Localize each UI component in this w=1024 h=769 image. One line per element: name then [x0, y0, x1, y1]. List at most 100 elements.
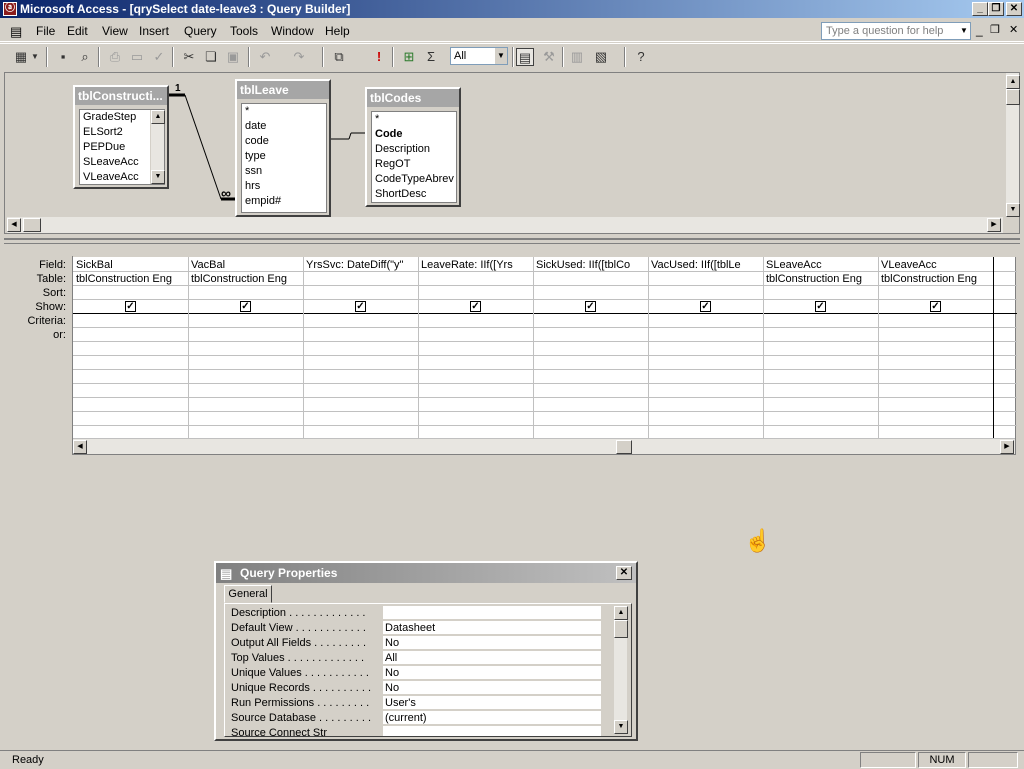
close-button[interactable]: ✕ [1006, 2, 1022, 16]
show-checkbox[interactable]: ✓ [585, 301, 596, 312]
show-checkbox[interactable]: ✓ [470, 301, 481, 312]
redo-icon[interactable]: ↷ [290, 48, 308, 66]
chevron-down-icon[interactable]: ▼ [495, 48, 507, 64]
scroll-down-icon[interactable]: ▼ [1006, 203, 1020, 217]
menu-window[interactable]: Window [271, 24, 314, 38]
scroll-down-icon[interactable]: ▼ [151, 170, 165, 184]
grid-field-cell[interactable]: VacUsed: IIf([tblLe [648, 259, 763, 272]
menu-view[interactable]: View [102, 24, 128, 38]
properties-icon[interactable]: ▤ [516, 48, 534, 66]
property-value[interactable]: No [383, 666, 601, 680]
show-checkbox[interactable]: ✓ [125, 301, 136, 312]
table-title[interactable]: tblLeave [237, 81, 329, 99]
show-checkbox[interactable]: ✓ [930, 301, 941, 312]
print-preview-icon[interactable]: ▭ [128, 48, 146, 66]
property-row[interactable]: Default View . . . . . . . . . . . . Data… [229, 621, 604, 636]
help-icon[interactable]: ? [632, 48, 650, 66]
field-item[interactable]: CodeTypeAbrev [372, 172, 456, 187]
query-properties-window[interactable]: ▤ Query Properties ✕ General Description… [214, 561, 638, 741]
totals-sigma-icon[interactable]: Σ [422, 48, 440, 66]
horizontal-scrollbar[interactable]: ◀ ▶ [7, 217, 1003, 233]
vertical-scrollbar[interactable]: ▲ ▼ [150, 110, 165, 184]
table-tblcodes[interactable]: tblCodes * Code Description RegOT CodeTy… [365, 87, 461, 207]
print-icon[interactable]: ⎙ [106, 48, 124, 66]
field-item[interactable]: Description [372, 142, 456, 157]
property-value[interactable]: No [383, 681, 601, 695]
table-tblleave[interactable]: tblLeave * date code type ssn hrs empid# [235, 79, 331, 217]
menu-help[interactable]: Help [325, 24, 350, 38]
show-checkbox[interactable]: ✓ [700, 301, 711, 312]
save-icon[interactable]: ▪ [54, 48, 72, 66]
horizontal-scrollbar[interactable]: ◀ ▶ [73, 438, 1015, 454]
field-list[interactable]: * Code Description RegOT CodeTypeAbrev S… [371, 111, 457, 203]
paste-icon[interactable]: ▣ [224, 48, 242, 66]
property-value[interactable]: All [383, 651, 601, 665]
show-table-icon[interactable]: ⊞ [400, 48, 418, 66]
tab-general[interactable]: General [224, 585, 272, 603]
cut-icon[interactable]: ✂ [180, 48, 198, 66]
scroll-up-icon[interactable]: ▲ [614, 606, 628, 620]
field-item[interactable]: code [242, 134, 326, 149]
field-item[interactable]: * [372, 112, 456, 127]
grid-table-cell[interactable]: tblConstruction Eng [763, 273, 878, 286]
query-document-icon[interactable]: ▤ [10, 24, 22, 40]
restore-button[interactable]: ❐ [988, 2, 1004, 16]
field-item-key[interactable]: Code [372, 127, 456, 142]
properties-list[interactable]: Description . . . . . . . . . . . . . De… [224, 603, 632, 737]
scroll-thumb[interactable] [1006, 89, 1020, 105]
database-window-icon[interactable]: ▥ [568, 48, 586, 66]
grid-field-cell[interactable]: VLeaveAcc [878, 259, 993, 272]
grid-field-cell[interactable]: LeaveRate: IIf([Yrs [418, 259, 533, 272]
table-pane[interactable]: 1 ∞ tblConstructi... GradeStep ELSort2 P… [4, 72, 1020, 234]
pane-splitter[interactable] [4, 238, 1020, 244]
grid-field-cell[interactable]: YrsSvc: DateDiff("y" [303, 259, 418, 272]
property-row[interactable]: Unique Records . . . . . . . . . . No [229, 681, 604, 696]
scroll-right-icon[interactable]: ▶ [1000, 440, 1014, 454]
table-tblconstruction[interactable]: tblConstructi... GradeStep ELSort2 PEPDu… [73, 85, 169, 189]
chevron-down-icon[interactable]: ▼ [958, 23, 970, 39]
scroll-thumb[interactable] [616, 440, 632, 454]
property-row[interactable]: Top Values . . . . . . . . . . . . . All [229, 651, 604, 666]
spelling-icon[interactable]: ✓ [150, 48, 168, 66]
doc-minimize-icon[interactable]: _ [976, 23, 983, 37]
field-item[interactable]: * [242, 104, 326, 119]
property-row[interactable]: Source Database . . . . . . . . . (curren… [229, 711, 604, 726]
vertical-scrollbar[interactable]: ▲ ▼ [1005, 73, 1020, 217]
menu-tools[interactable]: Tools [230, 24, 258, 38]
field-item[interactable]: ssn [242, 164, 326, 179]
menu-edit[interactable]: Edit [67, 24, 88, 38]
field-list[interactable]: GradeStep ELSort2 PEPDue SLeaveAcc VLeav… [79, 109, 165, 185]
top-values-combo[interactable]: All ▼ [450, 47, 508, 65]
property-value[interactable]: Datasheet [383, 621, 601, 635]
grid-field-cell[interactable]: VacBal [188, 259, 303, 272]
query-type-icon[interactable]: ⧉ [330, 48, 348, 66]
grid-field-cell[interactable]: SLeaveAcc [763, 259, 878, 272]
help-search-input[interactable]: Type a question for help ▼ [821, 22, 971, 40]
minimize-button[interactable]: _ [972, 2, 988, 16]
close-icon[interactable]: ✕ [616, 566, 632, 580]
menu-query[interactable]: Query [184, 24, 217, 38]
properties-title-bar[interactable]: ▤ Query Properties ✕ [216, 563, 636, 583]
grid-table-cell[interactable]: tblConstruction Eng [878, 273, 993, 286]
property-row[interactable]: Run Permissions . . . . . . . . . User's [229, 696, 604, 711]
query-design-grid[interactable]: SickBal VacBal YrsSvc: DateDiff("y" Leav… [72, 249, 1017, 455]
scroll-right-icon[interactable]: ▶ [987, 218, 1001, 232]
property-value[interactable] [383, 606, 601, 620]
run-icon[interactable]: ! [370, 48, 388, 66]
new-object-icon[interactable]: ▧ [592, 48, 610, 66]
property-value[interactable]: (current) [383, 711, 601, 725]
scroll-up-icon[interactable]: ▲ [1006, 75, 1020, 89]
show-checkbox[interactable]: ✓ [815, 301, 826, 312]
scroll-thumb[interactable] [23, 218, 41, 232]
view-dropdown-icon[interactable]: ▼ [30, 48, 40, 66]
scroll-left-icon[interactable]: ◀ [7, 218, 21, 232]
view-grid-icon[interactable]: ▦ [12, 48, 30, 66]
table-title[interactable]: tblCodes [367, 89, 459, 107]
grid-table-cell[interactable]: tblConstruction Eng [188, 273, 303, 286]
column-selectors[interactable] [73, 249, 1017, 257]
field-item[interactable]: type [242, 149, 326, 164]
field-list[interactable]: * date code type ssn hrs empid# [241, 103, 327, 213]
property-row[interactable]: Description . . . . . . . . . . . . . [229, 606, 604, 621]
doc-restore-icon[interactable]: ❐ [990, 23, 1000, 36]
search-icon[interactable]: ⌕ [76, 48, 94, 66]
